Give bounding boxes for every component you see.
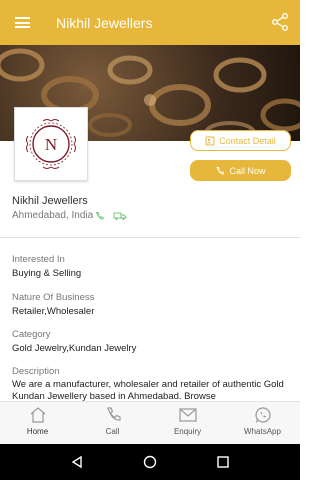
share-icon[interactable] <box>270 12 290 32</box>
home-circle-icon[interactable] <box>143 455 157 469</box>
nav-call-label: Call <box>105 427 120 436</box>
nature-of-business-value: Retailer,Wholesaler <box>12 306 95 317</box>
contact-card-icon <box>205 136 215 145</box>
business-location: Ahmedabad, India <box>12 210 127 221</box>
nav-call[interactable]: Call <box>75 402 150 444</box>
recents-icon[interactable] <box>216 455 230 469</box>
logo-letter: N <box>45 135 57 154</box>
mail-icon <box>178 408 197 422</box>
contact-detail-label: Contact Detail <box>219 135 276 146</box>
section-divider <box>0 237 300 238</box>
location-text: Ahmedabad, India <box>12 210 94 221</box>
app-bar: Nikhil Jewellers <box>0 0 300 45</box>
category-label: Category <box>12 329 51 340</box>
description-text: We are a manufacturer, wholesaler and re… <box>12 379 284 401</box>
phone-icon <box>216 166 225 174</box>
whatsapp-icon <box>254 407 271 423</box>
bottom-nav: Home Call Enquiry WhatsApp <box>0 401 300 444</box>
nav-whatsapp[interactable]: WhatsApp <box>225 402 300 444</box>
page-title: Nikhil Jewellers <box>56 14 153 31</box>
nav-enquiry[interactable]: Enquiry <box>150 402 225 444</box>
nav-home-label: Home <box>26 427 49 436</box>
menu-icon[interactable] <box>0 0 44 45</box>
back-icon[interactable] <box>70 455 84 469</box>
business-logo: N <box>14 107 88 181</box>
nav-home[interactable]: Home <box>0 402 75 444</box>
nav-whatsapp-label: WhatsApp <box>244 427 281 436</box>
system-nav-bar <box>0 444 300 480</box>
phone-icon <box>106 407 121 421</box>
description-label: Description <box>12 366 60 377</box>
interested-in-value: Buying & Selling <box>12 268 82 279</box>
call-now-button[interactable]: Call Now <box>190 160 291 181</box>
phone-icon <box>96 211 104 219</box>
nature-of-business-label: Nature Of Business <box>12 292 95 303</box>
business-name: Nikhil Jewellers <box>12 195 88 207</box>
interested-in-label: Interested In <box>12 254 65 265</box>
category-value: Gold Jewelry,Kundan Jewelry <box>12 343 137 354</box>
contact-detail-button[interactable]: Contact Detail <box>190 130 291 151</box>
delivery-truck-icon <box>113 212 127 220</box>
home-icon <box>30 407 45 423</box>
nav-enquiry-label: Enquiry <box>173 427 202 436</box>
call-now-label: Call Now <box>229 165 266 176</box>
